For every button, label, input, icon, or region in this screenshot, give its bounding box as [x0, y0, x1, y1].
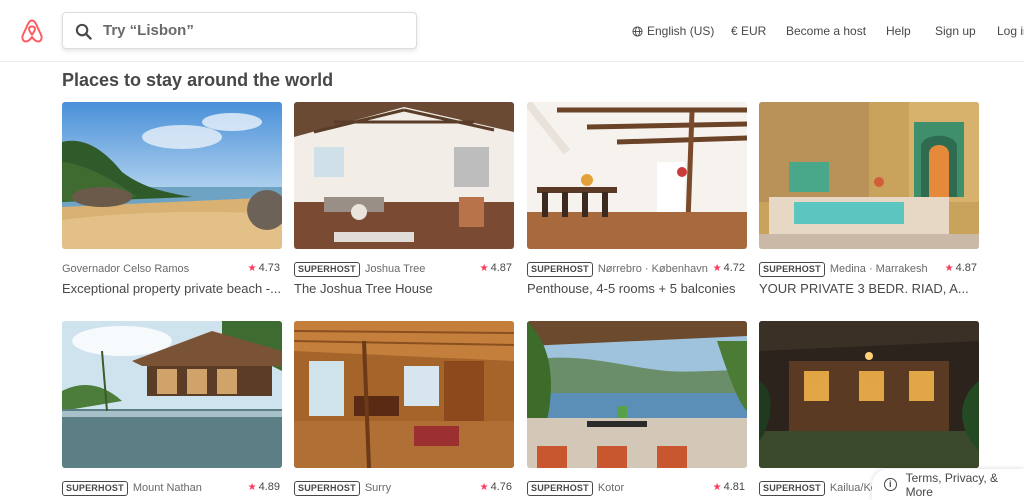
listing-meta: SUPERHOST Joshua Tree ★ 4.87 [294, 259, 514, 279]
star-icon: ★ [479, 263, 489, 274]
listing-location: Kotor [597, 482, 625, 494]
listing-photo[interactable] [62, 321, 282, 468]
listing-card[interactable]: SUPERHOST Joshua Tree ★ 4.87 The Joshua T… [294, 102, 514, 296]
globe-icon [632, 25, 643, 37]
rating-value: 4.73 [258, 262, 280, 274]
listing-rating: ★ 4.73 [248, 262, 280, 274]
search-icon [75, 23, 92, 40]
listing-card[interactable]: SUPERHOST Surry ★ 4.76 [294, 321, 514, 498]
become-host-link[interactable]: Become a host [786, 0, 866, 62]
listing-rating: ★ 4.89 [248, 481, 280, 493]
listing-location: Medina · Marrakesh [829, 263, 928, 275]
top-navigation-bar: English (US) € EUR Become a host Help Si… [0, 0, 1024, 62]
listing-photo[interactable] [62, 102, 282, 249]
search-box[interactable] [62, 12, 417, 49]
terms-privacy-label: Terms, Privacy, & More [905, 470, 999, 499]
listing-rating: ★ 4.76 [480, 481, 512, 493]
star-icon: ★ [479, 482, 489, 493]
star-icon: ★ [944, 263, 954, 274]
superhost-badge: SUPERHOST [294, 480, 360, 496]
listing-meta: Governador Celso Ramos ★ 4.73 [62, 259, 282, 279]
listing-title[interactable]: YOUR PRIVATE 3 BEDR. RIAD, A... [759, 281, 979, 296]
listing-photo[interactable] [527, 102, 747, 249]
listing-rating: ★ 4.87 [480, 262, 512, 274]
listing-location: Mount Nathan [132, 482, 202, 494]
currency-selector[interactable]: € EUR [731, 0, 766, 62]
rating-value: 4.81 [723, 481, 745, 493]
rating-value: 4.76 [490, 481, 512, 493]
listing-photo[interactable] [527, 321, 747, 468]
star-icon: ★ [712, 482, 722, 493]
rating-value: 4.87 [490, 262, 512, 274]
listing-location: Surry [364, 482, 392, 494]
rating-value: 4.87 [955, 262, 977, 274]
superhost-badge: SUPERHOST [294, 261, 360, 277]
superhost-badge: SUPERHOST [527, 480, 593, 496]
airbnb-logo-icon[interactable] [20, 18, 44, 44]
info-icon: i [884, 478, 897, 491]
help-link[interactable]: Help [886, 0, 911, 62]
section-title: Places to stay around the world [62, 70, 334, 90]
rating-value: 4.72 [723, 262, 745, 274]
listing-photo[interactable] [759, 321, 979, 468]
listing-meta: SUPERHOST Mount Nathan ★ 4.89 [62, 478, 282, 498]
superhost-badge: SUPERHOST [759, 480, 825, 496]
listing-location: Joshua Tree [364, 263, 426, 275]
listing-meta: SUPERHOST Surry ★ 4.76 [294, 478, 514, 498]
listing-card[interactable]: SUPERHOST Mount Nathan ★ 4.89 [62, 321, 282, 498]
star-icon: ★ [247, 482, 257, 493]
listing-rating: ★ 4.72 [713, 262, 745, 274]
listing-rating: ★ 4.81 [713, 481, 745, 493]
search-input[interactable] [103, 13, 403, 48]
listing-title[interactable]: Exceptional property private beach -... [62, 281, 282, 296]
listing-card[interactable]: SUPERHOST Nørrebro · København ★ 4.72 Pen… [527, 102, 747, 296]
language-selector[interactable]: English (US) [632, 0, 714, 62]
language-label: English (US) [647, 24, 715, 38]
listing-meta: SUPERHOST Nørrebro · København ★ 4.72 [527, 259, 747, 279]
listing-meta: SUPERHOST Kotor ★ 4.81 [527, 478, 747, 498]
listing-photo[interactable] [294, 321, 514, 468]
listing-card[interactable]: SUPERHOST Medina · Marrakesh ★ 4.87 YOUR … [759, 102, 979, 296]
log-in-link[interactable]: Log in [997, 0, 1024, 62]
listing-rating: ★ 4.87 [945, 262, 977, 274]
sign-up-link[interactable]: Sign up [935, 0, 976, 62]
superhost-badge: SUPERHOST [527, 261, 593, 277]
listing-location: Governador Celso Ramos [62, 263, 190, 275]
rating-value: 4.89 [258, 481, 280, 493]
listing-title[interactable]: Penthouse, 4-5 rooms + 5 balconies [527, 281, 747, 296]
superhost-badge: SUPERHOST [62, 480, 128, 496]
star-icon: ★ [247, 263, 257, 274]
listing-card[interactable]: SUPERHOST Kotor ★ 4.81 [527, 321, 747, 498]
listing-photo[interactable] [759, 102, 979, 249]
listing-location: Nørrebro · København [597, 263, 708, 275]
listing-meta: SUPERHOST Medina · Marrakesh ★ 4.87 [759, 259, 979, 279]
listing-photo[interactable] [294, 102, 514, 249]
listing-card[interactable]: Governador Celso Ramos ★ 4.73 Exceptional… [62, 102, 282, 296]
star-icon: ★ [712, 263, 722, 274]
listing-location: Kailua/Ko [829, 482, 877, 494]
superhost-badge: SUPERHOST [759, 261, 825, 277]
listing-title[interactable]: The Joshua Tree House [294, 281, 514, 296]
terms-privacy-button[interactable]: i Terms, Privacy, & More [872, 469, 1024, 500]
